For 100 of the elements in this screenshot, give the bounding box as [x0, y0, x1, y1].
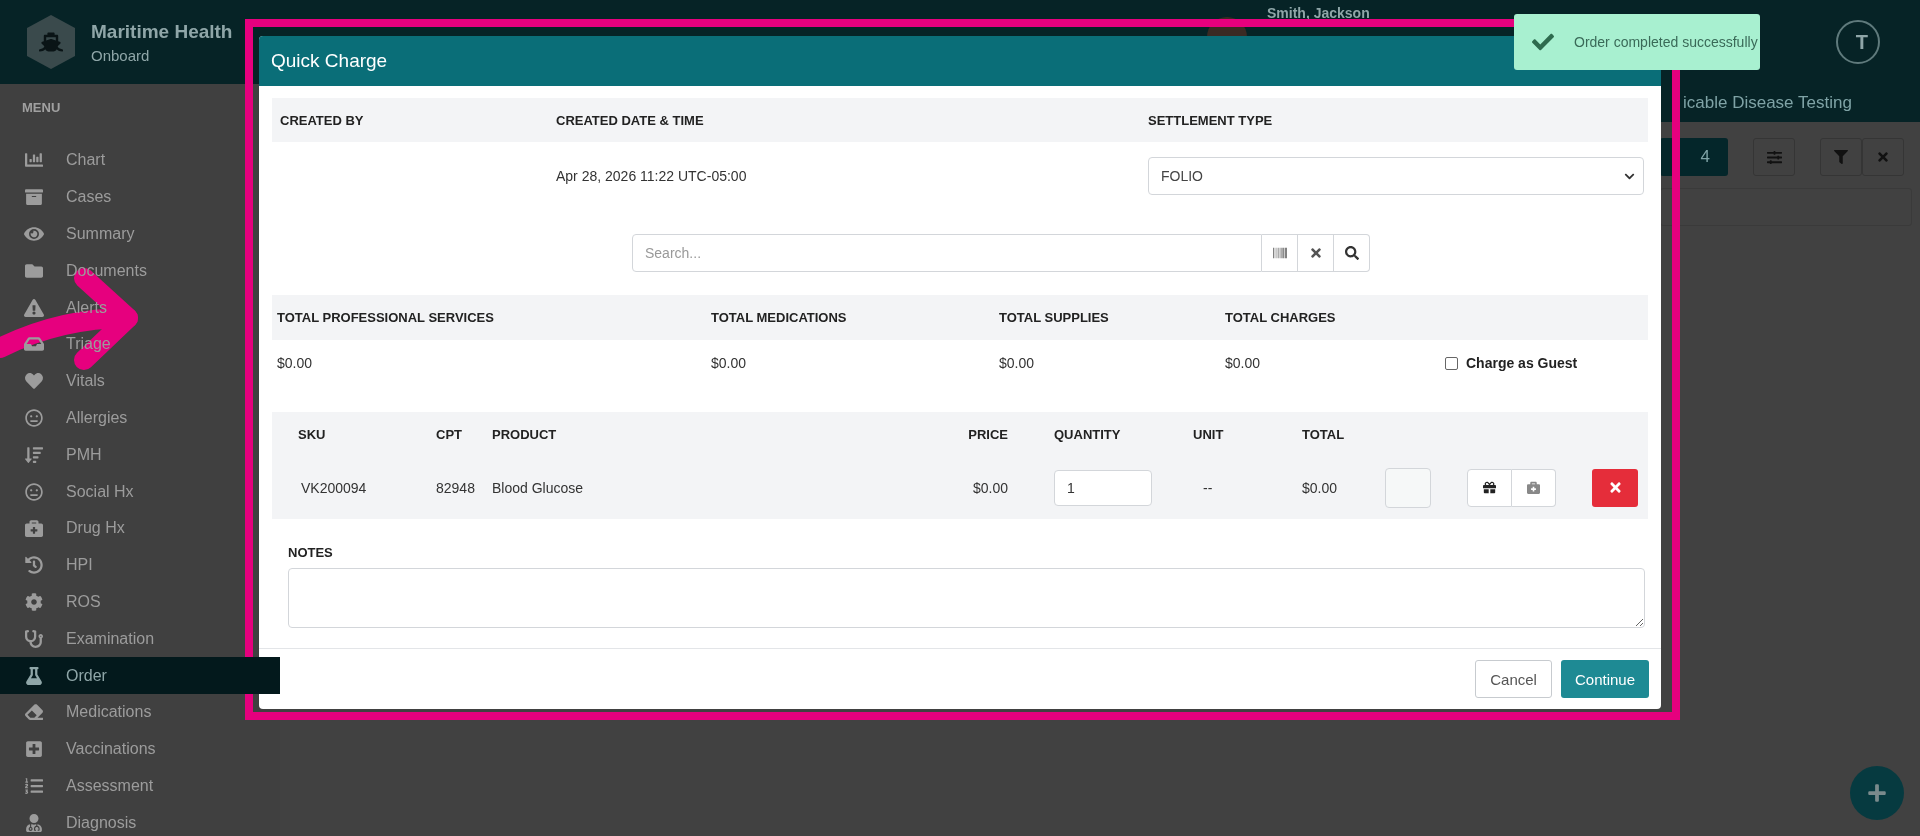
close-icon	[1876, 150, 1890, 164]
total-header: TOTAL MEDICATIONS	[706, 295, 994, 340]
sidebar-item-label: Summary	[66, 225, 135, 243]
user-initials-avatar[interactable]: T	[1836, 20, 1880, 64]
patient-name: Smith, Jackson	[1267, 5, 1370, 21]
total-value: $0.00	[276, 354, 314, 373]
sidebar-item[interactable]: Diagnosis	[0, 804, 280, 836]
sidebar-item-label: Vaccinations	[66, 740, 156, 759]
app-subtitle: Onboard	[91, 46, 151, 64]
filter-icon	[1834, 150, 1848, 164]
column-header: PRICE	[967, 426, 1009, 442]
column-header: CREATED BY	[272, 98, 548, 142]
total-value: $0.00	[998, 354, 1036, 373]
bar-chart-icon	[24, 151, 44, 170]
folder-icon	[24, 261, 44, 280]
sidebar-item[interactable]: Vaccinations	[0, 730, 280, 768]
table-cell-text: 82948	[436, 479, 476, 496]
total-header: TOTAL SUPPLIES	[994, 295, 1220, 340]
eye-icon	[24, 225, 44, 243]
quantity-field[interactable]: 1	[1054, 469, 1152, 506]
eraser-icon	[24, 703, 44, 722]
sidebar-item-label: Drug Hx	[66, 519, 125, 538]
sliders-icon	[1766, 149, 1782, 165]
sidebar-item[interactable]: Summary	[0, 215, 280, 253]
user-doctor-icon	[24, 813, 44, 832]
sidebar-item-label: Examination	[66, 629, 155, 648]
search-icon	[1344, 246, 1359, 260]
total-value: $0.00	[710, 354, 748, 373]
sidebar-item-label: PMH	[66, 445, 102, 464]
medkit-icon	[1527, 481, 1540, 494]
sidebar-item[interactable]: Social Hx	[0, 473, 280, 510]
continue-button[interactable]: Continue	[1560, 660, 1649, 698]
barcode-icon	[1272, 246, 1287, 260]
column-header: UNIT	[1193, 426, 1225, 442]
tab-title[interactable]: icable Disease Testing	[1683, 93, 1852, 113]
sidebar-item[interactable]: Cases	[0, 178, 280, 216]
face-icon	[24, 408, 44, 427]
sidebar-item[interactable]: HPI	[0, 546, 280, 584]
sidebar-item[interactable]: Assessment	[0, 767, 280, 805]
checkbox[interactable]	[1445, 356, 1458, 370]
sidebar-item[interactable]: Chart	[0, 142, 280, 179]
search-button[interactable]	[1334, 234, 1370, 272]
gift-icon	[1483, 481, 1496, 494]
column-header: CREATED DATE & TIME	[548, 98, 1140, 142]
column-header: CPT	[436, 426, 463, 442]
sidebar-item-label: Medications	[66, 703, 152, 722]
table-cell-text: Blood Glucose	[492, 479, 585, 496]
search-field[interactable]: Search...	[632, 234, 1262, 272]
barcode-button[interactable]	[1262, 234, 1298, 272]
sidebar-item[interactable]: Medications	[0, 693, 280, 731]
dialog-title: Quick Charge	[271, 50, 388, 72]
filter-button[interactable]	[1820, 138, 1862, 176]
sidebar-item[interactable]: Drug Hx	[0, 509, 280, 547]
toast-message: Order completed successfully	[1574, 34, 1758, 50]
gear-icon	[24, 592, 44, 611]
check-icon	[1532, 31, 1554, 53]
created-date-value: Apr 28, 2026 11:22 UTC-05:00	[555, 167, 748, 186]
stethoscope-icon	[24, 629, 44, 648]
column-header: TOTAL	[1302, 426, 1346, 442]
menu-heading: MENU	[21, 100, 62, 117]
settlement-type-select[interactable]: FOLIO	[1148, 157, 1644, 195]
sidebar-item[interactable]: Order	[0, 657, 280, 694]
close-icon	[1308, 246, 1323, 260]
medkit-icon	[24, 519, 44, 538]
cancel-button[interactable]: Cancel	[1475, 660, 1552, 698]
sidebar-item-label: Allergies	[66, 408, 128, 427]
close-button[interactable]	[1862, 138, 1904, 176]
sidebar-item-label: Diagnosis	[66, 813, 137, 832]
table-cell-text: --	[1202, 479, 1214, 496]
column-header: PRODUCT	[492, 426, 558, 442]
notes-field[interactable]	[288, 568, 1645, 628]
sidebar-item-label: ROS	[66, 592, 101, 611]
column-header: QUANTITY	[1054, 426, 1122, 442]
sidebar-item-label: Vitals	[66, 372, 105, 391]
app-name: Maritime Health	[91, 20, 233, 43]
sidebar-item[interactable]: ROS	[0, 583, 280, 621]
face-icon	[24, 482, 44, 501]
gift-button[interactable]	[1467, 468, 1512, 507]
notes-label: NOTES	[288, 545, 334, 560]
archive-box-icon	[24, 188, 44, 207]
total-header: TOTAL CHARGES	[1220, 295, 1440, 340]
add-button[interactable]	[1850, 766, 1904, 820]
clear-button[interactable]	[1298, 234, 1334, 272]
inbox-icon	[24, 335, 44, 354]
sidebar-item[interactable]: PMH	[0, 436, 280, 474]
total-value: $0.00	[1224, 354, 1262, 373]
input-field[interactable]	[1385, 467, 1431, 508]
delete-button[interactable]	[1592, 468, 1638, 507]
sidebar-item-label: Order	[66, 666, 107, 685]
logo-icon	[27, 15, 75, 69]
sidebar-item[interactable]: Examination	[0, 620, 280, 658]
sidebar-item[interactable]: Documents	[0, 252, 280, 290]
sidebar-item-label: Cases	[66, 188, 112, 207]
warning-icon	[24, 298, 44, 317]
history-icon	[24, 556, 44, 575]
sliders-icon-button[interactable]	[1753, 138, 1795, 176]
table-cell-text: VK200094	[300, 479, 368, 496]
flask-icon	[24, 666, 44, 685]
charge-as-guest-checkbox[interactable]: Charge as Guest	[1445, 355, 1578, 371]
sidebar-item[interactable]: Allergies	[0, 399, 280, 437]
